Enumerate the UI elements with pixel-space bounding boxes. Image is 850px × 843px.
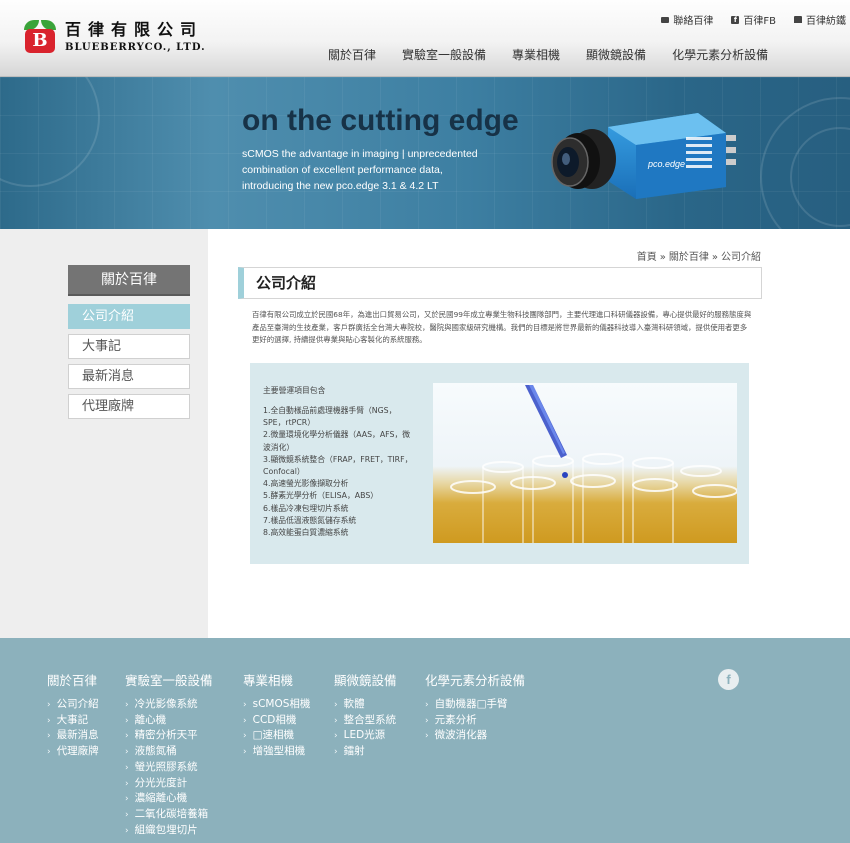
footer-link[interactable]: 代理廠牌 xyxy=(47,744,99,760)
blueberry-logo-icon: B xyxy=(22,20,58,54)
footer-link[interactable]: 增強型相機 xyxy=(243,744,310,760)
footer-link[interactable]: 公司介紹 xyxy=(47,697,99,713)
footer-link[interactable]: 整合型系統 xyxy=(334,713,397,729)
breadcrumb-about[interactable]: 關於百律 xyxy=(669,252,709,263)
footer-column-microscopes: 顯微鏡設備 軟體 整合型系統 LED光源 鐳射 xyxy=(334,670,397,760)
lab-test-tubes-image xyxy=(433,383,737,543)
footer-link[interactable]: 離心機 xyxy=(125,713,213,729)
mail-icon xyxy=(661,16,670,23)
footer-link[interactable]: 分光光度計 xyxy=(125,776,213,792)
footer-column-lab: 實驗室一般設備 冷光影像系統 離心機 精密分析天平 液態氮桶 螢光照膠系統 分光… xyxy=(125,670,213,838)
top-link-contact[interactable]: 聯絡百律 xyxy=(661,12,713,27)
sidebar-item-news[interactable]: 最新消息 xyxy=(68,364,190,389)
footer-heading[interactable]: 專業相機 xyxy=(243,670,310,689)
footer-link[interactable]: 鐳射 xyxy=(334,744,397,760)
brand-logo[interactable]: B 百律有限公司 BLUEBERRYCO., LTD. xyxy=(22,20,206,54)
top-link-shop[interactable]: 百律紡鐵 xyxy=(794,12,846,27)
footer-link[interactable]: 二氧化碳培養箱 xyxy=(125,807,213,823)
services-heading: 主要營運項目包含 xyxy=(263,386,326,395)
banner-subtitle: sCMOS the advantage in imaging | unprece… xyxy=(242,148,478,192)
svg-text:pco.edge: pco.edge xyxy=(647,159,685,169)
breadcrumb-current: 公司介紹 xyxy=(721,252,761,263)
brand-name-cn: 百律有限公司 xyxy=(65,20,204,39)
nav-item-chem-analysis[interactable]: 化學元素分析設備 xyxy=(672,46,768,63)
footer-column-about: 關於百律 公司介紹 大事記 最新消息 代理廠牌 xyxy=(47,670,99,760)
footer-link[interactable]: 冷光影像系統 xyxy=(125,697,213,713)
sidebar: 關於百律 公司介紹 大事記 最新消息 代理廠牌 xyxy=(68,265,190,419)
sidebar-item-milestones[interactable]: 大事記 xyxy=(68,334,190,359)
page-title: 公司介紹 xyxy=(238,267,762,299)
nav-item-about[interactable]: 關於百律 xyxy=(328,46,376,63)
sidebar-item-company-intro[interactable]: 公司介紹 xyxy=(68,304,190,329)
list-item: 7.樣品低溫液態氮儲存系統 xyxy=(263,515,357,525)
list-item: 8.高效能蛋白質濃縮系統 xyxy=(263,528,349,538)
site-header: B 百律有限公司 BLUEBERRYCO., LTD. 聯絡百律 f 百律FB … xyxy=(0,0,850,77)
footer-link[interactable]: sCMOS相機 xyxy=(243,697,311,713)
list-item: 6.樣品冷凍包埋切片系統 xyxy=(263,503,349,513)
footer-link[interactable]: 液態氮桶 xyxy=(125,744,213,760)
site-footer: 關於百律 公司介紹 大事記 最新消息 代理廠牌 實驗室一般設備 冷光影像系統 離… xyxy=(0,638,850,843)
footer-link[interactable]: 螢光照膠系統 xyxy=(125,760,213,776)
main-nav: 關於百律 實驗室一般設備 專業相機 顯微鏡設備 化學元素分析設備 xyxy=(328,46,768,63)
footer-link[interactable]: CCD相機 xyxy=(243,713,310,729)
footer-link[interactable]: 元素分析 xyxy=(425,713,525,729)
list-item: 1.全自動樣品前處理機器手臂（NGS，SPE，rtPCR） xyxy=(263,406,397,428)
banner-title: on the cutting edge xyxy=(242,104,519,137)
facebook-icon: f xyxy=(731,15,740,24)
intro-paragraph: 百律有限公司成立於民國68年，為進出口貿易公司，又於民國99年成立專業生物科技團… xyxy=(252,310,752,344)
footer-link[interactable]: 微波消化器 xyxy=(425,728,525,744)
list-item: 2.微量環境化學分析儀器（AAS，AFS，微波消化） xyxy=(263,430,411,452)
footer-link[interactable]: □速相機 xyxy=(243,728,310,744)
breadcrumb-home[interactable]: 首頁 xyxy=(637,252,657,263)
footer-link[interactable]: 精密分析天平 xyxy=(125,728,213,744)
top-link-facebook[interactable]: f 百律FB xyxy=(731,12,776,27)
footer-heading[interactable]: 顯微鏡設備 xyxy=(334,670,397,689)
list-item: 3.顯微鏡系統整合（FRAP，FRET，TIRF，Confocal） xyxy=(263,454,413,477)
footer-heading[interactable]: 實驗室一般設備 xyxy=(125,670,213,689)
nav-item-lab-equipment[interactable]: 實驗室一般設備 xyxy=(402,46,486,63)
brand-name-en: BLUEBERRYCO., LTD. xyxy=(65,42,206,53)
footer-link[interactable]: 軟體 xyxy=(334,697,397,713)
camera-image: pco.edge xyxy=(551,113,736,199)
services-list: 1.全自動樣品前處理機器手臂（NGS，SPE，rtPCR） 2.微量環境化學分析… xyxy=(263,405,413,539)
sidebar-title: 關於百律 xyxy=(68,265,190,296)
list-item: 4.高速螢光影像擷取分析 xyxy=(263,479,349,489)
shop-icon xyxy=(794,16,802,23)
nav-item-cameras[interactable]: 專業相機 xyxy=(512,46,560,63)
sidebar-item-brands[interactable]: 代理廠牌 xyxy=(68,394,190,419)
hero-banner[interactable]: on the cutting edge sCMOS the advantage … xyxy=(0,77,850,229)
services-panel: 主要營運項目包含 1.全自動樣品前處理機器手臂（NGS，SPE，rtPCR） 2… xyxy=(250,363,749,564)
footer-column-cameras: 專業相機 sCMOS相機 CCD相機 □速相機 增強型相機 xyxy=(243,670,310,760)
footer-link[interactable]: LED光源 xyxy=(334,728,397,744)
footer-link[interactable]: 自動機器□手臂 xyxy=(425,697,525,713)
footer-link[interactable]: 組織包埋切片 xyxy=(125,823,213,839)
nav-item-microscopes[interactable]: 顯微鏡設備 xyxy=(586,46,646,63)
top-links: 聯絡百律 f 百律FB 百律紡鐵 xyxy=(661,12,846,27)
footer-heading[interactable]: 化學元素分析設備 xyxy=(425,670,525,689)
footer-link[interactable]: 濃縮離心機 xyxy=(125,791,213,807)
facebook-icon[interactable]: f xyxy=(718,669,739,690)
footer-link[interactable]: 最新消息 xyxy=(47,728,99,744)
footer-heading[interactable]: 關於百律 xyxy=(47,670,99,689)
footer-link[interactable]: 大事記 xyxy=(47,713,99,729)
breadcrumb: 首頁» 關於百律» 公司介紹 xyxy=(636,252,761,263)
list-item: 5.酵素光學分析（ELISA，ABS） xyxy=(263,491,379,501)
footer-column-chem: 化學元素分析設備 自動機器□手臂 元素分析 微波消化器 xyxy=(425,670,525,744)
